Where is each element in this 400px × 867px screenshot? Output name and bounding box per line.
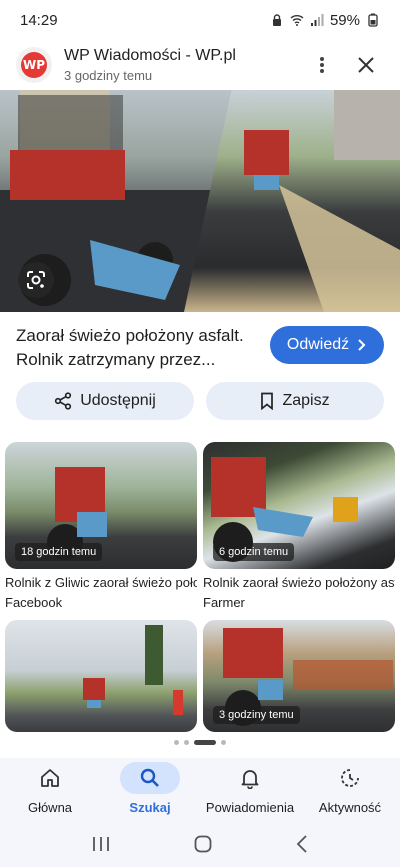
nav-home[interactable]: Główna [2, 762, 98, 815]
result-thumbnail: 6 godzin temu [203, 442, 395, 569]
nav-activity-icon-wrap [320, 762, 380, 794]
source-header: WP WP Wiadomości - WP.pl 3 godziny temu [0, 40, 400, 90]
page-dot [221, 740, 226, 745]
share-label: Udostępnij [80, 392, 156, 409]
bookmark-icon [261, 392, 274, 410]
page-indicator [0, 740, 400, 745]
lock-icon [272, 14, 281, 26]
battery-level: 59% [329, 11, 360, 29]
nav-home-icon-wrap [20, 762, 80, 794]
source-info[interactable]: WP Wiadomości - WP.pl 3 godziny temu [64, 47, 304, 83]
more-options-button[interactable] [304, 47, 340, 83]
result-thumbnail [5, 620, 197, 732]
page-dot [174, 740, 179, 745]
bottom-navigation: Główna Szukaj Powiadomienia Aktywność [0, 758, 400, 826]
recents-icon [93, 837, 109, 851]
nav-label: Główna [27, 800, 73, 815]
save-label: Zapisz [282, 392, 330, 409]
back-icon [296, 835, 307, 853]
result-card[interactable]: 3 godziny temu [203, 620, 395, 732]
source-name: WP Wiadomości - WP.pl [64, 47, 236, 64]
result-card[interactable]: 6 godzin temu Rolnik zaorał świeżo położ… [203, 442, 395, 610]
nav-search[interactable]: Szukaj [102, 762, 198, 815]
close-icon [358, 57, 374, 73]
home-button[interactable] [193, 834, 213, 859]
time-badge: 6 godzin temu [213, 543, 295, 561]
time-badge: 18 godzin temu [15, 543, 103, 561]
lens-button[interactable] [18, 262, 54, 298]
status-icons: 59% [270, 12, 380, 29]
battery-icon [368, 13, 378, 27]
result-thumbnail: 3 godziny temu [203, 620, 395, 732]
recents-button[interactable] [91, 835, 111, 858]
article-info: Zaorał świeżo położony asfalt. Rolnik za… [0, 318, 400, 380]
road-thumbnail [83, 625, 183, 715]
result-title: Rolnik zaorał świeżo położony asfalt... [203, 575, 395, 590]
more-vert-icon [320, 57, 324, 73]
share-icon [55, 392, 72, 410]
hero-image[interactable] [0, 90, 400, 312]
time-badge: 3 godziny temu [213, 706, 300, 724]
search-icon [140, 768, 159, 787]
home-icon [41, 769, 59, 787]
back-button[interactable] [295, 834, 309, 859]
bell-icon [241, 770, 259, 789]
chevron-right-icon [358, 339, 366, 351]
result-source: Farmer [203, 595, 245, 610]
activity-icon [341, 769, 359, 787]
wifi-icon [290, 15, 304, 26]
share-button[interactable]: Udostępnij [16, 382, 194, 420]
result-thumbnail: 18 godzin temu [5, 442, 197, 569]
page-dot [184, 740, 189, 745]
close-button[interactable] [348, 47, 384, 83]
wp-logo: WP [21, 52, 47, 78]
home-circle-icon [194, 835, 212, 853]
nav-activity[interactable]: Aktywność [302, 762, 398, 815]
nav-search-icon-wrap [120, 762, 180, 794]
result-title: Rolnik z Gliwic zaorał świeżo położony..… [5, 575, 197, 590]
source-time: 3 godziny temu [64, 68, 153, 83]
visit-button[interactable]: Odwiedź [270, 326, 384, 364]
save-button[interactable]: Zapisz [206, 382, 384, 420]
visit-label: Odwiedź [286, 336, 350, 353]
google-lens-icon [27, 271, 45, 289]
action-buttons: Udostępnij Zapisz [16, 382, 384, 422]
status-bar: 14:29 59% [0, 0, 400, 40]
result-source: Facebook [5, 595, 63, 610]
page-dot-active [194, 740, 216, 745]
nav-label: Aktywność [318, 800, 382, 815]
result-card[interactable] [5, 620, 197, 732]
nav-notifications[interactable]: Powiadomienia [202, 762, 298, 815]
nav-notifications-icon-wrap [220, 762, 280, 794]
system-navigation [0, 826, 400, 867]
nav-label: Powiadomienia [205, 800, 295, 815]
article-title[interactable]: Zaorał świeżo położony asfalt. Rolnik za… [16, 324, 261, 372]
status-time: 14:29 [20, 11, 58, 29]
nav-label: Szukaj [129, 800, 171, 815]
signal-icon [310, 14, 324, 26]
result-card[interactable]: 18 godzin temu Rolnik z Gliwic zaorał św… [5, 442, 197, 610]
source-favicon: WP [16, 47, 52, 83]
